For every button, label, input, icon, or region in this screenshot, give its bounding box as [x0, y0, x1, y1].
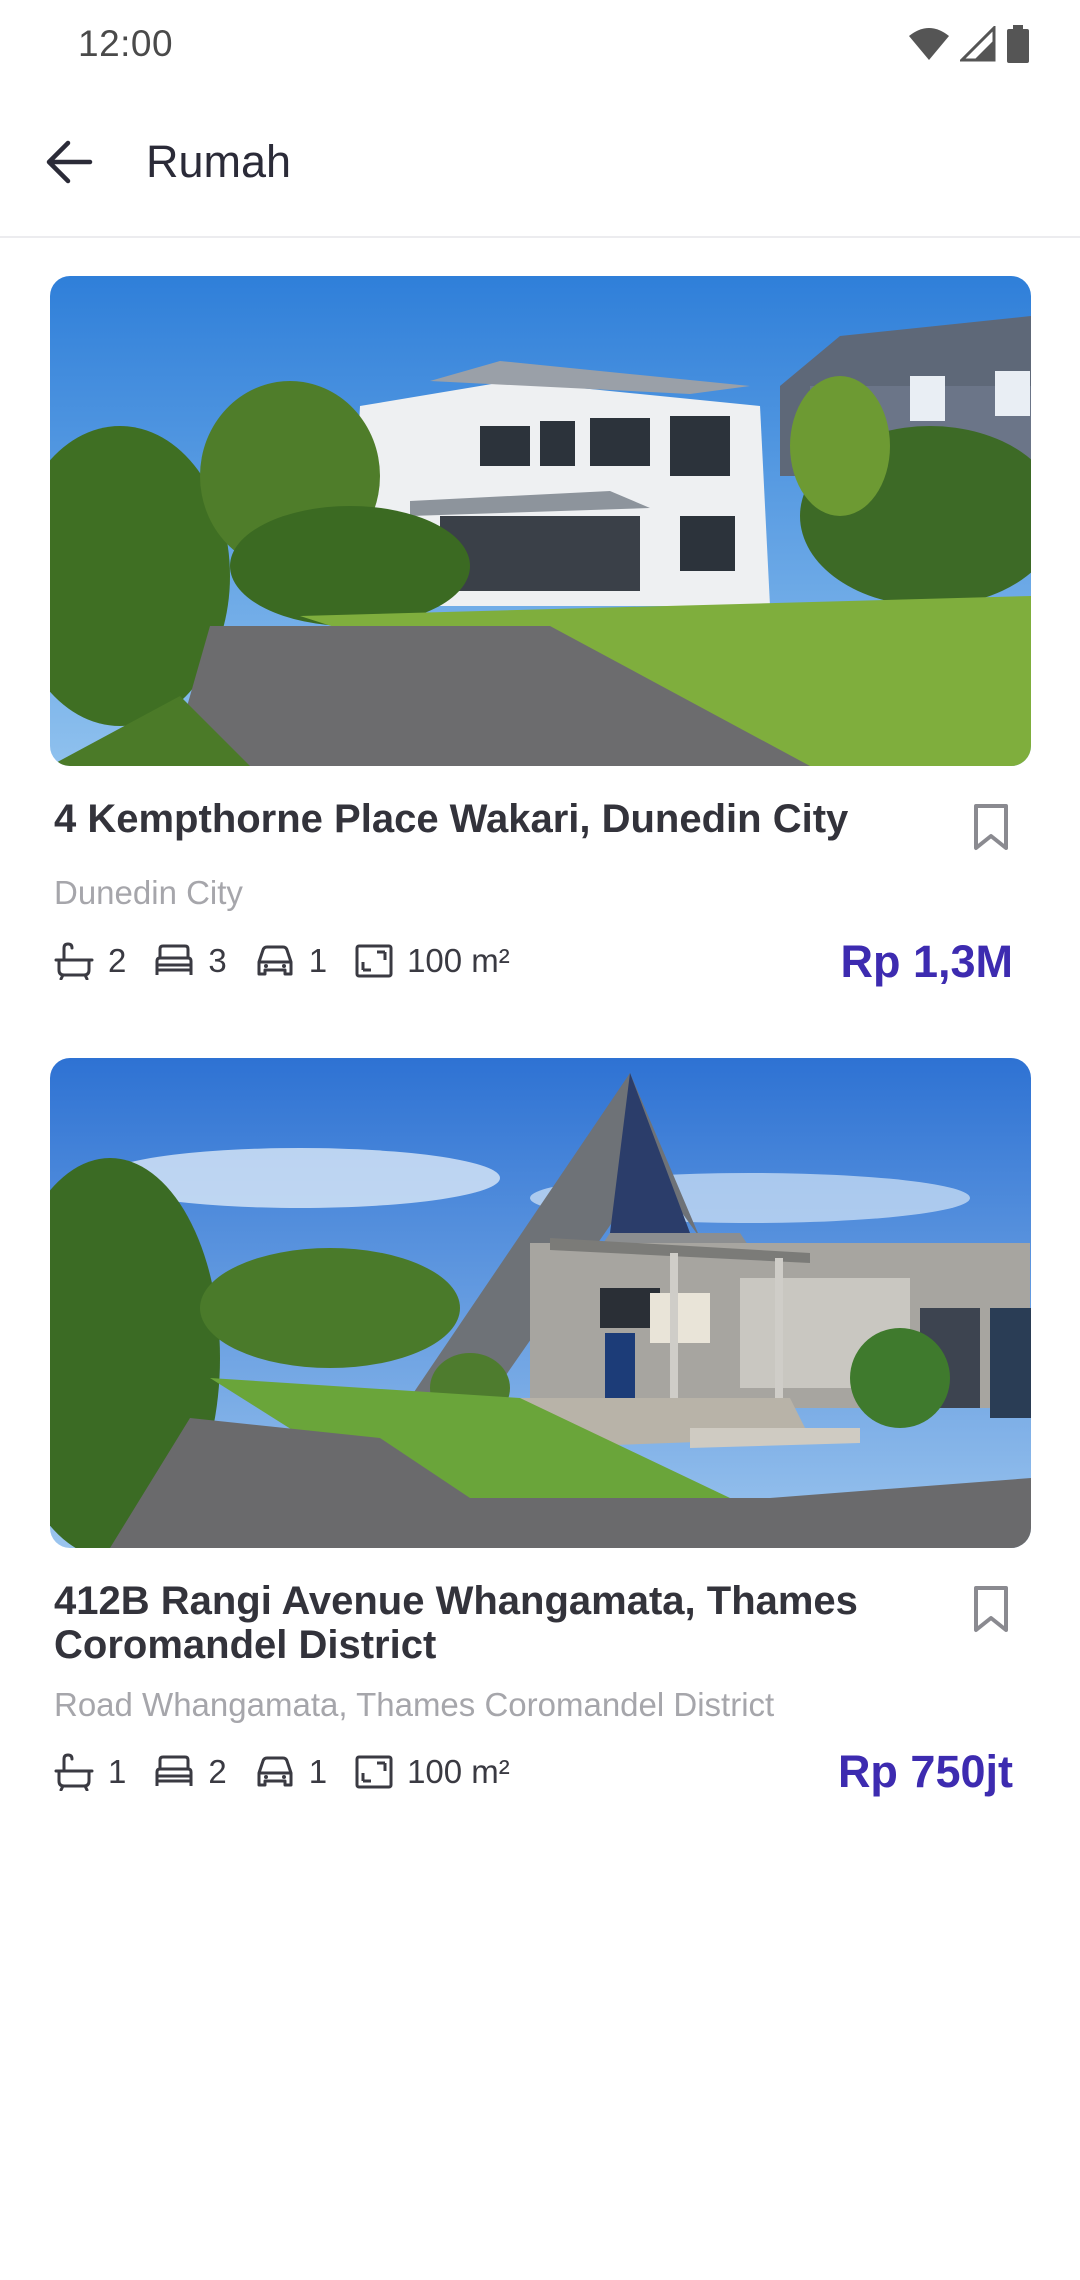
app-bar: Rumah: [0, 88, 1080, 238]
area-icon: [355, 944, 393, 978]
bed-icon: [155, 944, 193, 975]
page-title: Rumah: [146, 136, 292, 187]
arrow-left-icon: [46, 140, 93, 184]
bookmark-button[interactable]: [961, 1579, 1021, 1639]
back-button[interactable]: [34, 127, 104, 197]
bed-feature: 3: [154, 942, 227, 980]
listing-price: Rp 750jt: [837, 1746, 1013, 1797]
car-feature: 1: [255, 942, 327, 980]
bathtub-icon: [54, 1753, 94, 1791]
listing-features: 2 3 1 100 m²: [54, 942, 538, 980]
status-bar: 12:00: [0, 0, 1080, 88]
car-count: 1: [308, 1753, 328, 1790]
bookmark-icon: [974, 804, 1008, 850]
battery-icon: [1007, 25, 1029, 63]
bed-feature: 2: [154, 1753, 227, 1791]
listing-card[interactable]: 4 Kempthorne Place Wakari, Dunedin City …: [50, 276, 1031, 987]
listing-title[interactable]: 412B Rangi Avenue Whangamata, Thames Cor…: [54, 1579, 934, 1667]
listing-photo[interactable]: [50, 1058, 1031, 1548]
status-icons: [908, 25, 1030, 63]
bookmark-button[interactable]: [961, 797, 1021, 857]
listing-location: Road Whangamata, Thames Coromandel Distr…: [54, 1686, 775, 1723]
bath-count: 2: [108, 942, 127, 979]
bath-count: 1: [108, 1753, 127, 1790]
bed-count: 3: [208, 942, 227, 979]
car-feature: 1: [255, 1753, 327, 1791]
area-icon: [355, 1755, 393, 1789]
bed-icon: [155, 1755, 193, 1786]
area-feature: 100 m²: [355, 942, 510, 980]
bathtub-icon: [54, 942, 94, 980]
area-value: 100 m²: [407, 942, 510, 979]
area-feature: 100 m²: [355, 1753, 510, 1791]
listing-features: 1 2 1 100 m²: [54, 1753, 538, 1791]
area-value: 100 m²: [407, 1753, 510, 1790]
listing-location: Dunedin City: [54, 874, 243, 911]
car-icon: [257, 945, 293, 976]
listing-card[interactable]: 412B Rangi Avenue Whangamata, Thames Cor…: [50, 1058, 1031, 1797]
listing-photo[interactable]: [50, 276, 1031, 766]
car-count: 1: [308, 942, 328, 979]
signal-icon: [960, 26, 996, 62]
bath-feature: 1: [54, 1753, 126, 1791]
status-time: 12:00: [78, 23, 174, 64]
wifi-icon: [909, 28, 949, 60]
bath-feature: 2: [54, 942, 126, 980]
bed-count: 2: [208, 1753, 227, 1790]
listing-title[interactable]: 4 Kempthorne Place Wakari, Dunedin City: [54, 797, 934, 841]
listing-price: Rp 1,3M: [840, 936, 1013, 987]
bookmark-icon: [974, 1586, 1008, 1632]
car-icon: [257, 1756, 293, 1787]
